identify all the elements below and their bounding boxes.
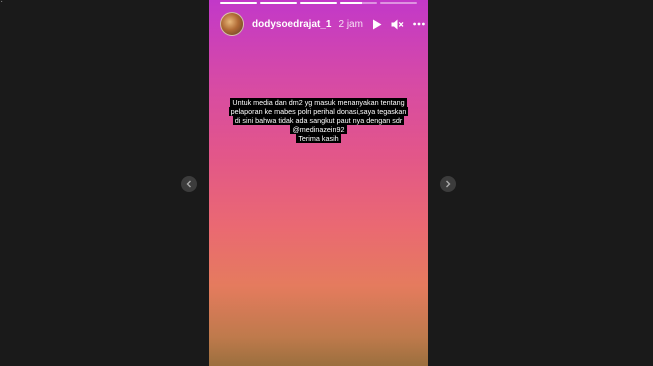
- chevron-right-icon: [446, 180, 451, 188]
- more-icon: [413, 22, 425, 26]
- progress-segment: [300, 2, 337, 4]
- progress-fill: [260, 2, 297, 4]
- story-timestamp: 2 jam: [338, 18, 363, 30]
- previous-story-button[interactable]: [181, 176, 197, 192]
- progress-fill: [220, 2, 257, 4]
- progress-segment: [220, 2, 257, 4]
- username-link[interactable]: dodysoedrajat_1: [252, 19, 331, 30]
- caption-line: Terima kasih: [296, 134, 341, 143]
- progress-segment: [260, 2, 297, 4]
- progress-segment: [340, 2, 377, 4]
- story-header: dodysoedrajat_1 2 jam: [220, 12, 425, 36]
- avatar[interactable]: [220, 12, 244, 36]
- story-viewer[interactable]: dodysoedrajat_1 2 jam Untuk media dan dm…: [209, 0, 428, 366]
- speaker-muted-icon: [391, 19, 404, 29]
- window-fragment-dot: ·: [0, 0, 4, 7]
- progress-fill: [300, 2, 337, 4]
- next-story-button[interactable]: [440, 176, 456, 192]
- play-icon: [372, 19, 382, 29]
- play-button[interactable]: [372, 17, 382, 31]
- progress-segment: [380, 2, 417, 4]
- story-caption: Untuk media dan dm2 yg masuk menanyakan …: [209, 96, 428, 143]
- mute-button[interactable]: [391, 17, 404, 31]
- more-options-button[interactable]: [413, 17, 425, 31]
- progress-fill: [340, 2, 363, 4]
- chevron-left-icon: [186, 180, 191, 188]
- story-progress-bar: [220, 2, 417, 4]
